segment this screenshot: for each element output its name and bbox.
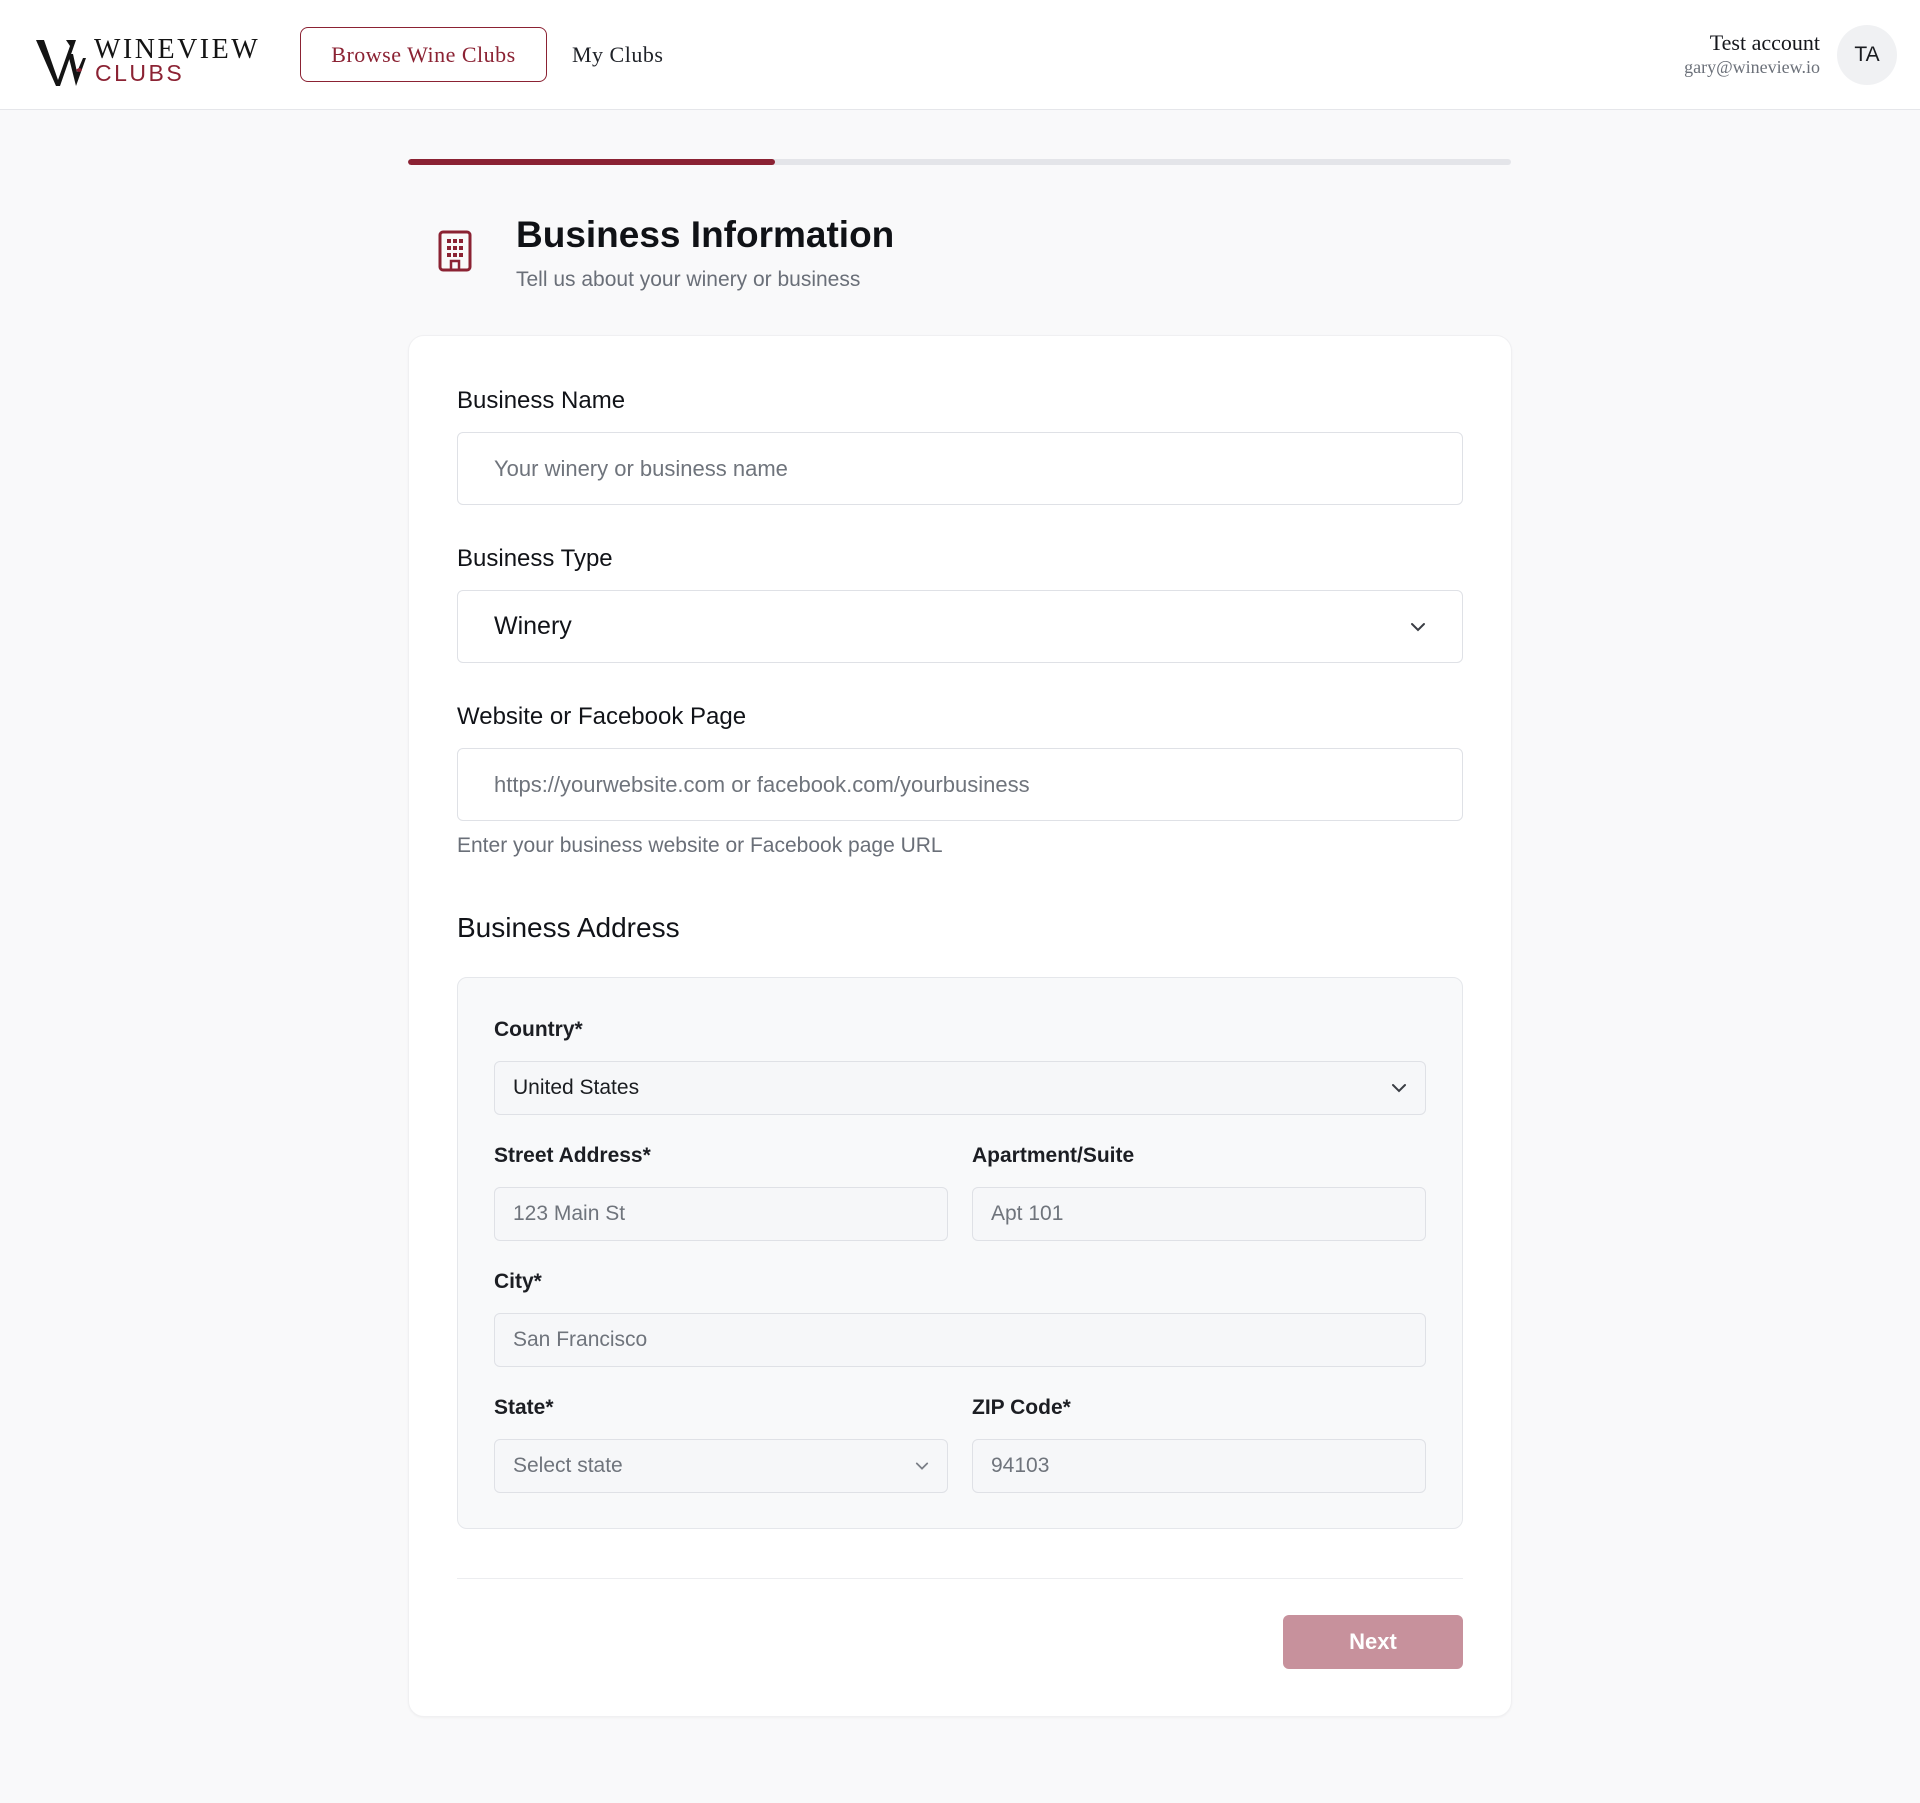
chevron-down-icon (1392, 1084, 1406, 1093)
apartment-label: Apartment/Suite (972, 1144, 1135, 1167)
wv-logo-mark (36, 40, 86, 86)
page-title: Business Information (516, 214, 895, 255)
state-select[interactable]: Select state (494, 1439, 948, 1493)
country-select[interactable]: United States (494, 1061, 1426, 1115)
building-icon (438, 230, 472, 272)
address-panel: Country* United States Street Address* 1… (457, 977, 1463, 1529)
apartment-input[interactable]: Apt 101 (972, 1187, 1426, 1241)
street-address-input[interactable]: 123 Main St (494, 1187, 948, 1241)
state-label: State* (494, 1396, 554, 1419)
street-address-label: Street Address* (494, 1144, 651, 1167)
zip-code-label: ZIP Code* (972, 1396, 1071, 1419)
next-button[interactable]: Next (1283, 1615, 1463, 1669)
business-type-value: Winery (494, 612, 572, 640)
business-address-heading: Business Address (457, 912, 680, 943)
business-info-form-card: Business Name Your winery or business na… (408, 335, 1512, 1717)
country-label: Country* (494, 1018, 583, 1041)
top-nav-bar: WINEVIEW CLUBS Browse Wine Clubs My Club… (0, 0, 1920, 110)
user-account-info[interactable]: Test account gary@wineview.io (1684, 30, 1820, 78)
business-name-label: Business Name (457, 387, 626, 414)
business-name-input[interactable]: Your winery or business name (457, 432, 1463, 505)
form-footer-divider (457, 1578, 1463, 1579)
website-input[interactable]: https://yourwebsite.com or facebook.com/… (457, 748, 1463, 821)
country-value: United States (513, 1076, 640, 1099)
step-progress-fill (408, 159, 776, 165)
city-label: City* (494, 1270, 542, 1293)
website-label: Website or Facebook Page (457, 703, 747, 730)
business-type-label: Business Type (457, 545, 613, 572)
user-name: Test account (1709, 30, 1820, 55)
avatar[interactable]: TA (1837, 25, 1897, 85)
step-progress-bar (408, 159, 1511, 165)
city-input[interactable]: San Francisco (494, 1313, 1426, 1367)
business-type-select[interactable]: Winery (457, 590, 1463, 663)
page-subtitle: Tell us about your winery or business (516, 268, 861, 291)
state-placeholder: Select state (513, 1454, 623, 1477)
browse-wine-clubs-button[interactable]: Browse Wine Clubs (300, 27, 547, 82)
wineview-logo[interactable]: WINEVIEW CLUBS (36, 34, 266, 88)
zip-code-input[interactable]: 94103 (972, 1439, 1426, 1493)
user-email: gary@wineview.io (1684, 57, 1820, 77)
website-help-text: Enter your business website or Facebook … (457, 834, 943, 857)
chevron-down-icon (915, 1462, 929, 1470)
chevron-down-icon (1411, 622, 1425, 631)
logo-wordmark-clubs: CLUBS (95, 60, 185, 86)
my-clubs-link[interactable]: My Clubs (572, 27, 663, 82)
